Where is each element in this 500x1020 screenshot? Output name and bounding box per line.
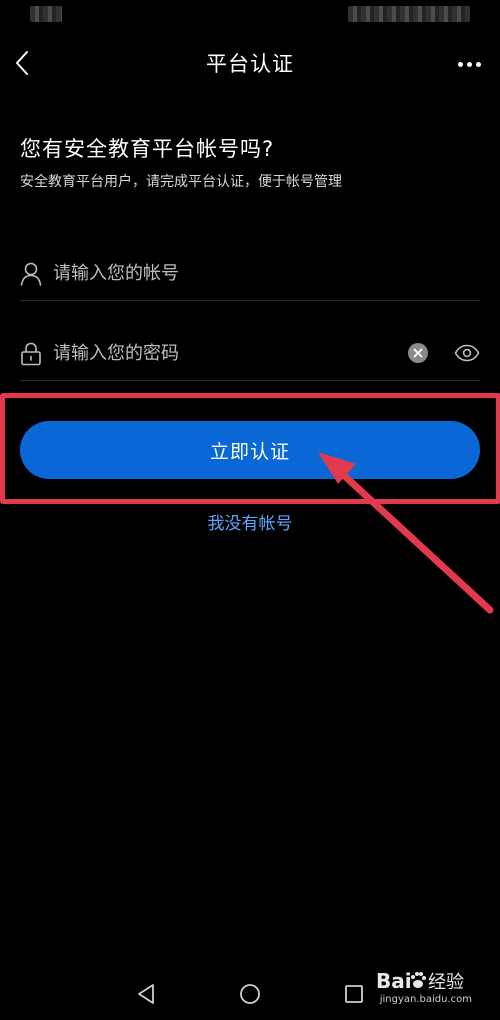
clear-password-button[interactable]: [408, 343, 428, 363]
more-dot-icon: [457, 61, 463, 67]
nav-back-button[interactable]: [134, 982, 158, 1006]
more-options-button[interactable]: [452, 50, 486, 78]
password-input[interactable]: [53, 338, 353, 368]
more-dot-icon: [466, 61, 472, 67]
no-account-link[interactable]: 我没有帐号: [0, 509, 500, 534]
lock-icon: [21, 342, 41, 366]
account-field: [20, 244, 480, 301]
user-icon: [20, 262, 42, 286]
square-recents-icon: [345, 985, 363, 1003]
triangle-back-icon: [138, 984, 154, 1004]
annotation-arrow-shaft: [332, 464, 494, 614]
verify-now-button[interactable]: 立即认证: [20, 421, 480, 479]
system-nav-bar: [0, 960, 500, 1020]
status-bar-right-blur: [348, 6, 470, 22]
intro-subheading: 安全教育平台用户，请完成平台认证，便于帐号管理: [20, 174, 342, 190]
nav-recents-button[interactable]: [342, 982, 366, 1006]
page-title: 平台认证: [206, 52, 294, 76]
account-input[interactable]: [53, 258, 393, 288]
nav-home-button[interactable]: [238, 982, 262, 1006]
close-icon: [413, 348, 423, 358]
password-field: [20, 324, 480, 381]
status-bar-left-blur: [30, 6, 62, 22]
circle-home-icon: [240, 984, 260, 1004]
toggle-password-visibility-button[interactable]: [454, 340, 480, 366]
status-bar: [0, 0, 500, 30]
more-dot-icon: [475, 61, 481, 67]
top-nav-bar: 平台认证: [0, 34, 500, 94]
watermark-url: jingyan.baidu.com: [379, 994, 472, 1005]
intro-heading: 您有安全教育平台帐号吗?: [20, 137, 275, 161]
eye-icon: [454, 344, 480, 362]
